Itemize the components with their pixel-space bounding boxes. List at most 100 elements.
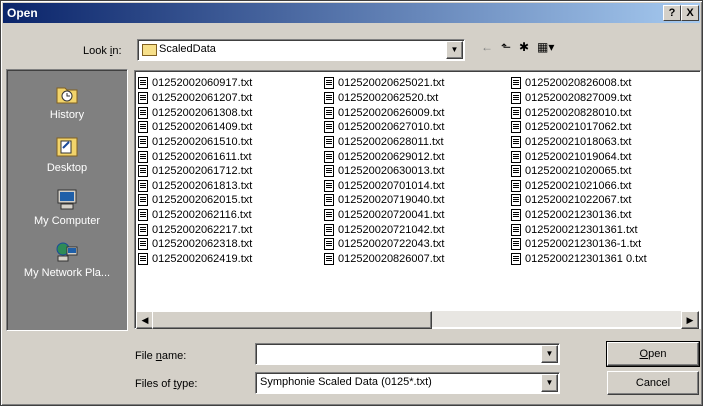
back-icon[interactable]: ← (481, 40, 493, 54)
file-name-text: 0125200212301361.txt (525, 223, 638, 236)
file-item[interactable]: 0125200212301361.txt (511, 222, 647, 237)
file-item[interactable]: 012520020627010.txt (324, 120, 444, 135)
file-name-text: 012520020628011.txt (338, 135, 444, 148)
file-name-text: 012520021020065.txt (525, 165, 632, 178)
chevron-down-icon[interactable]: ▼ (541, 345, 558, 363)
look-in-combo[interactable]: ScaledData ▼ (137, 39, 465, 61)
scrollbar-thumb[interactable] (152, 311, 432, 329)
text-file-icon (324, 194, 334, 207)
text-file-icon (511, 77, 521, 90)
view-menu-icon[interactable]: ▦▾ (537, 40, 554, 54)
text-file-icon (324, 121, 334, 134)
file-item[interactable]: 012520020701014.txt (324, 178, 444, 193)
place-history[interactable]: History (7, 82, 127, 121)
text-file-icon (138, 253, 148, 265)
scroll-right-icon[interactable]: ▶ (681, 311, 699, 329)
file-name-text: 012520021019064.txt (525, 150, 632, 163)
file-column-1: 01252002060917.txt 01252002061207.txt 0125… (138, 76, 252, 266)
text-file-icon (324, 106, 334, 119)
file-name-text: 012520020629012.txt (338, 150, 445, 163)
file-name-text: 012520021017062.txt (525, 121, 632, 134)
file-name-label: File name: (135, 350, 187, 362)
horizontal-scrollbar[interactable]: ◀ ▶ (136, 311, 699, 329)
file-name-text: 01252002061813.txt (152, 179, 253, 192)
file-name-text: 01252002062419.txt (152, 253, 253, 265)
text-file-icon (511, 91, 521, 104)
desktop-icon (53, 135, 81, 159)
file-item[interactable]: 012520021017062.txt (511, 120, 647, 135)
text-file-icon (324, 179, 334, 192)
file-name-text: 012520020719040.txt (338, 194, 445, 207)
file-item[interactable]: 012520020630013.txt (324, 164, 444, 179)
open-button[interactable]: Open (606, 341, 700, 367)
file-item[interactable]: 012520021020065.txt (511, 164, 647, 179)
file-item[interactable]: 012520020826007.txt (324, 252, 444, 267)
place-network[interactable]: My Network Pla... (7, 240, 127, 279)
new-folder-icon[interactable]: ✱ (519, 40, 529, 54)
file-item[interactable]: 01252002062318.txt (138, 237, 252, 252)
file-item[interactable]: 012520021019064.txt (511, 149, 647, 164)
file-type-label: Files of type: (135, 378, 198, 390)
file-item[interactable]: 012520021022067.txt (511, 193, 647, 208)
close-button[interactable]: X (681, 5, 699, 21)
file-item[interactable]: 01252002061308.txt (138, 105, 252, 120)
text-file-icon (511, 223, 521, 236)
help-button[interactable]: ? (663, 5, 681, 21)
file-item[interactable]: 012520020828010.txt (511, 105, 647, 120)
file-item[interactable]: 01252002061712.txt (138, 164, 252, 179)
file-item[interactable]: 012520020625021.txt (324, 76, 444, 91)
file-item[interactable]: 012520020629012.txt (324, 149, 444, 164)
text-file-icon (324, 253, 334, 265)
file-type-select[interactable]: Symphonie Scaled Data (0125*.txt) ▼ (255, 372, 560, 394)
file-item[interactable]: 012520021230136-1.txt (511, 237, 647, 252)
text-file-icon (138, 165, 148, 178)
file-name-text: 01252002062116.txt (152, 209, 252, 222)
file-item[interactable]: 012520020626009.txt (324, 105, 444, 120)
file-list[interactable]: 01252002060917.txt 01252002061207.txt 0125… (134, 70, 701, 329)
text-file-icon (324, 91, 334, 104)
file-item[interactable]: 01252002062520.txt (324, 91, 444, 106)
file-name-text: 012520020826007.txt (338, 253, 445, 265)
place-desktop[interactable]: Desktop (7, 135, 127, 174)
file-item[interactable]: 012520020719040.txt (324, 193, 444, 208)
file-item[interactable]: 012520021230136.txt (511, 208, 647, 223)
file-item[interactable]: 012520020720041.txt (324, 208, 444, 223)
text-file-icon (138, 238, 148, 251)
cancel-button[interactable]: Cancel (607, 371, 699, 395)
text-file-icon (511, 121, 521, 134)
file-item[interactable]: 01252002062116.txt (138, 208, 252, 223)
file-item[interactable]: 012520020628011.txt (324, 135, 444, 150)
text-file-icon (511, 165, 521, 178)
file-item[interactable]: 012520020826008.txt (511, 76, 647, 91)
file-name-text: 01252002061207.txt (152, 91, 253, 104)
file-item[interactable]: 012520021018063.txt (511, 135, 647, 150)
file-item[interactable]: 01252002061409.txt (138, 120, 252, 135)
file-name-text: 01252002061611.txt (152, 150, 252, 163)
file-item[interactable]: 01252002061207.txt (138, 91, 252, 106)
file-name-text: 012520021022067.txt (525, 194, 632, 207)
place-my-computer[interactable]: My Computer (7, 188, 127, 227)
file-name-input[interactable]: ▼ (255, 343, 560, 365)
file-item[interactable]: 012520020721042.txt (324, 222, 444, 237)
file-item[interactable]: 012520020827009.txt (511, 91, 647, 106)
file-item[interactable]: 012520020722043.txt (324, 237, 444, 252)
file-item[interactable]: 01252002060917.txt (138, 76, 252, 91)
file-name-text: 012520021230136-1.txt (525, 238, 642, 251)
chevron-down-icon[interactable]: ▼ (446, 41, 463, 59)
file-item[interactable]: 01252002062217.txt (138, 222, 252, 237)
file-name-text: 012520020828010.txt (525, 106, 632, 119)
text-file-icon (511, 135, 521, 148)
file-item[interactable]: 01252002061813.txt (138, 178, 252, 193)
file-item[interactable]: 01252002062015.txt (138, 193, 252, 208)
file-item[interactable]: 0125200212301361 0.txt (511, 252, 647, 267)
file-name-text: 01252002062217.txt (152, 223, 253, 236)
up-folder-icon[interactable]: ⬑ (501, 40, 511, 54)
file-item[interactable]: 01252002061611.txt (138, 149, 252, 164)
text-file-icon (511, 238, 521, 251)
file-item[interactable]: 01252002062419.txt (138, 252, 252, 267)
chevron-down-icon[interactable]: ▼ (541, 374, 558, 392)
text-file-icon (138, 135, 148, 148)
file-name-text: 012520021018063.txt (525, 135, 632, 148)
file-item[interactable]: 012520021021066.txt (511, 178, 647, 193)
file-item[interactable]: 01252002061510.txt (138, 135, 252, 150)
